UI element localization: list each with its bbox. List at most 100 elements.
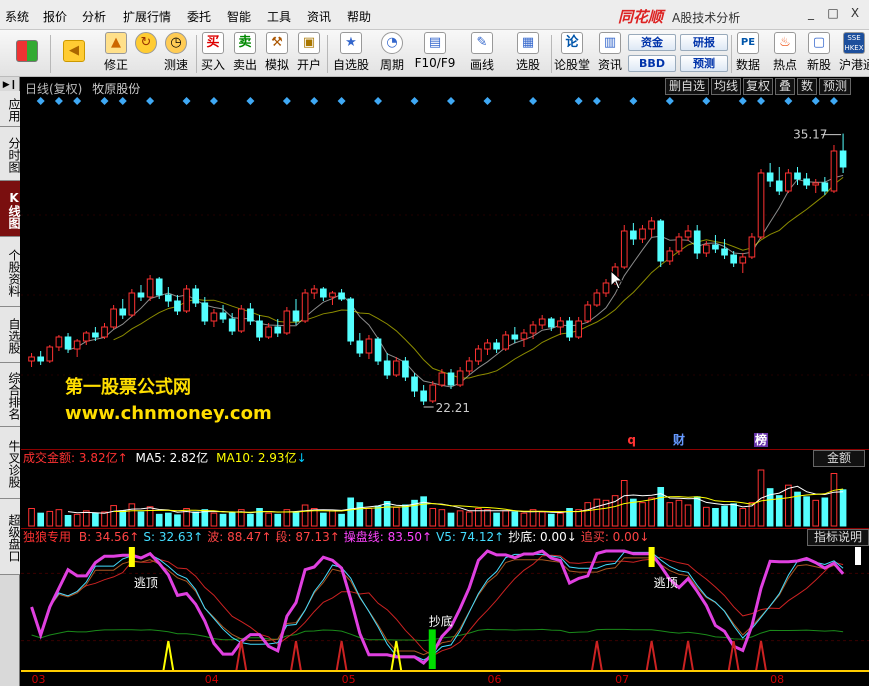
info-diamond-icon bbox=[483, 97, 492, 105]
menu-help[interactable]: 帮助 bbox=[347, 8, 371, 25]
info-diamond-icon bbox=[702, 97, 711, 105]
up-arrow-icon: ▲ bbox=[105, 32, 127, 54]
candle-body bbox=[283, 310, 291, 334]
volume-bar bbox=[46, 510, 54, 527]
sidebar-tab-super-order[interactable]: 超级盘口 bbox=[0, 499, 21, 575]
info-diamond-icon bbox=[574, 97, 583, 105]
date-axis-label: 07 bbox=[615, 673, 630, 686]
pen-icon: ✎ bbox=[471, 32, 493, 54]
volume-bar bbox=[28, 508, 35, 527]
toolbar: ◀ ▲ 修正 ↻ ◷ 测速 买 买入 卖 卖出 ⚒ 模拟 ▣ 开户 ★ 自选股 … bbox=[0, 30, 869, 77]
candle-body bbox=[520, 332, 528, 340]
sidebar-collapse-icon[interactable]: ▶❙ bbox=[0, 79, 20, 91]
period-button[interactable]: ◔ 周期 bbox=[375, 32, 409, 75]
sidebar-tab-ranking[interactable]: 综合排名 bbox=[0, 363, 21, 427]
menu-order[interactable]: 委托 bbox=[187, 8, 211, 25]
sidebar-tab-profile[interactable]: 个股资料 bbox=[0, 237, 21, 307]
indicator-value: B: 34.56↑ bbox=[78, 530, 140, 544]
open-account-button[interactable]: ▣ 开户 bbox=[295, 32, 323, 75]
predict-button[interactable]: 预测 bbox=[819, 78, 851, 95]
indicator-spike bbox=[755, 640, 768, 672]
volume-bar bbox=[365, 508, 373, 527]
sidebar-tab-intraday[interactable]: 分时图 bbox=[0, 127, 21, 181]
ma5-label: MA5: bbox=[135, 451, 166, 465]
buy-icon: 买 bbox=[202, 32, 224, 54]
menu-extended-quote[interactable]: 扩展行情 bbox=[123, 8, 171, 25]
fix-button[interactable]: ↻ bbox=[131, 32, 161, 75]
candle-body bbox=[55, 336, 63, 348]
sidebar-tab-apps[interactable]: 应用 bbox=[0, 91, 21, 127]
indicator-help-tab[interactable]: 指标说明 bbox=[806, 529, 869, 546]
forecast-button[interactable]: 预测 bbox=[680, 55, 728, 72]
menu-quote[interactable]: 报价 bbox=[43, 8, 67, 25]
ma-button[interactable]: 均线 bbox=[711, 78, 741, 95]
info-diamond-icon bbox=[374, 97, 383, 105]
candle-body bbox=[155, 278, 163, 296]
candle-body bbox=[402, 360, 409, 378]
amount-tab[interactable]: 金额 bbox=[813, 450, 865, 467]
menu-analysis[interactable]: 分析 bbox=[82, 8, 106, 25]
sell-button[interactable]: 卖 卖出 bbox=[231, 32, 259, 75]
indicator-chart[interactable]: 逃顶抄底 逃顶 bbox=[21, 545, 869, 673]
menu-tools[interactable]: 工具 bbox=[267, 8, 291, 25]
date-axis-label: 05 bbox=[341, 673, 356, 686]
volume-bar bbox=[228, 511, 236, 527]
candle-body bbox=[28, 356, 35, 362]
refresh-button[interactable]: ▲ 修正 bbox=[100, 32, 132, 75]
candle-body bbox=[219, 312, 227, 320]
info-diamond-icon bbox=[410, 97, 419, 105]
date-axis: 03 04 05 06 07 08 bbox=[21, 672, 869, 686]
remove-watchlist-button[interactable]: 删自选 bbox=[665, 78, 709, 95]
volume-bar bbox=[429, 508, 437, 527]
back-button[interactable]: ◀ bbox=[56, 32, 92, 75]
f10-button[interactable]: ▤ F10/F9 bbox=[412, 32, 458, 75]
indicator-value: 段: 87.13↑ bbox=[275, 530, 340, 544]
bbd-button[interactable]: BBD bbox=[628, 55, 676, 72]
number-button[interactable]: 数 bbox=[797, 78, 817, 95]
home-button[interactable] bbox=[10, 32, 44, 75]
volume-bar bbox=[557, 512, 564, 527]
simulate-button[interactable]: ⚒ 模拟 bbox=[263, 32, 291, 75]
candle-body bbox=[575, 320, 582, 338]
data-button[interactable]: PE 数据 bbox=[734, 32, 762, 75]
fund-flow-button[interactable]: 资金 bbox=[628, 34, 676, 51]
candle-body bbox=[210, 312, 218, 322]
new-stock-button[interactable]: ▢ 新股 bbox=[805, 32, 833, 75]
candle-body bbox=[119, 308, 127, 316]
chart-area[interactable]: 日线(复权) 牧原股份 删自选 均线 复权 叠 数 预测 35.17 22.21 q… bbox=[21, 77, 869, 686]
sidebar-tab-kline[interactable]: K线图 bbox=[0, 181, 21, 237]
candle-body bbox=[46, 346, 54, 362]
minimize-button[interactable]: _ bbox=[801, 5, 821, 21]
volume-bar bbox=[702, 506, 710, 527]
forum-button[interactable]: 论 论股堂 bbox=[553, 32, 591, 75]
menu-system[interactable]: 系统 bbox=[5, 8, 29, 25]
buy-button[interactable]: 买 买入 bbox=[199, 32, 227, 75]
candle-body bbox=[429, 384, 437, 402]
menu-news[interactable]: 资讯 bbox=[307, 8, 331, 25]
sh-hk-connect-button[interactable]: SSE HKEX 沪港通 bbox=[839, 32, 869, 75]
overlay-button[interactable]: 叠 bbox=[775, 78, 795, 95]
volume-bar bbox=[821, 497, 829, 527]
date-axis-label: 06 bbox=[487, 673, 502, 686]
volume-chart[interactable] bbox=[21, 466, 869, 528]
draw-line-button[interactable]: ✎ 画线 bbox=[462, 32, 502, 75]
speedtest-button[interactable]: ◷ 测速 bbox=[160, 32, 192, 75]
menu-smart[interactable]: 智能 bbox=[227, 8, 251, 25]
close-button[interactable]: X bbox=[845, 5, 865, 21]
candle-body bbox=[347, 298, 355, 342]
research-report-button[interactable]: 研报 bbox=[680, 34, 728, 51]
watchlist-button[interactable]: ★ 自选股 bbox=[331, 32, 371, 75]
indicator-value: 操盘线: 83.50↑ bbox=[343, 530, 433, 544]
hotspot-button[interactable]: ♨ 热点 bbox=[771, 32, 799, 75]
maximize-button[interactable]: □ bbox=[823, 5, 843, 21]
volume-bar bbox=[547, 513, 555, 527]
indicator-spike bbox=[727, 640, 740, 672]
adjust-button[interactable]: 复权 bbox=[743, 78, 773, 95]
stock-screen-button[interactable]: ▦ 选股 bbox=[508, 32, 548, 75]
news-button[interactable]: ▥ 资讯 bbox=[596, 32, 624, 75]
sidebar-tab-watchlist[interactable]: 自选股 bbox=[0, 307, 21, 363]
candle-body bbox=[775, 180, 783, 192]
sidebar-tab-diagnosis[interactable]: 牛叉诊股 bbox=[0, 427, 21, 499]
volume-name: 成交金额: bbox=[23, 451, 76, 465]
volume-bar bbox=[538, 511, 546, 527]
